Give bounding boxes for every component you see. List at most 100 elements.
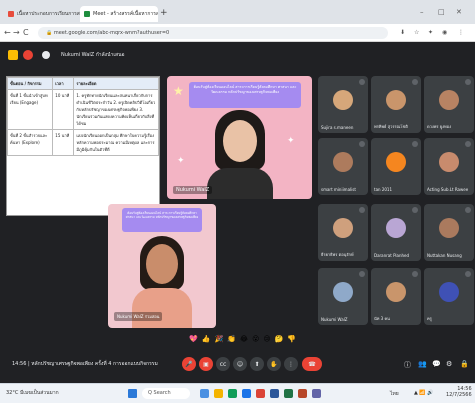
participant-tile[interactable]: Nukumi WalZ: [318, 268, 368, 325]
captions-button[interactable]: cc: [216, 357, 230, 371]
participant-tile[interactable]: Daranrat Pianhed: [371, 204, 421, 261]
avatar: [333, 218, 353, 238]
participant-tile[interactable]: Sujira s.maneen: [318, 76, 368, 133]
participant-tile[interactable]: smart miniimalist: [318, 138, 368, 195]
weather-widget[interactable]: 32°C มีเมฆเป็นส่วนมาก: [6, 389, 59, 397]
participant-name: Nuttakan Nusang: [427, 253, 462, 258]
participant-name: นัท 3 คน: [374, 316, 390, 321]
network-icon[interactable]: ▲ 📶 🔊: [414, 390, 433, 396]
store-icon[interactable]: [228, 389, 237, 398]
excel-icon[interactable]: [284, 389, 293, 398]
participant-tile[interactable]: ธีรยาธิพร ตอนุรักษ์: [318, 204, 368, 261]
participant-tile[interactable]: นัท 3 คน: [371, 268, 421, 325]
powerpoint-icon[interactable]: [298, 389, 307, 398]
table-cell-step: ขั้นที่ 1 ขั้นนำเข้าสู่บทเรียน (Engage): [7, 89, 54, 130]
mic-off-icon: [359, 207, 365, 213]
folder-icon[interactable]: [214, 389, 223, 398]
taskbar-search[interactable]: Q Search: [142, 388, 190, 399]
meet-presenting-bar: Nukumi WalZ กำลังนำเสนอ: [8, 48, 125, 62]
table-cell-detail: แบ่งนักเรียนออกเป็นกลุ่ม ศึกษาใบความรู้เ…: [73, 129, 159, 156]
new-tab-button[interactable]: +: [160, 8, 168, 18]
table-header-time: เวลา: [52, 77, 75, 90]
sparkle-icon: ✦: [177, 156, 185, 166]
avatar: [439, 218, 459, 238]
participant-name: Nukumi WalZ: [321, 317, 348, 322]
start-button[interactable]: [128, 389, 137, 398]
language-indicator[interactable]: ไทย: [390, 390, 399, 398]
close-window-button[interactable]: ✕: [456, 8, 462, 16]
activities-icon[interactable]: ⚙: [446, 360, 452, 368]
laugh-reaction-icon[interactable]: 😂: [240, 334, 248, 344]
url-input[interactable]: 🔒 meet.google.com/abc-mqrx-wnm?authuser=…: [38, 27, 388, 39]
host-controls-icon[interactable]: 🔒: [460, 360, 469, 368]
presenting-label: Nukumi WalZ กำลังนำเสนอ: [61, 52, 125, 58]
meeting-title: หลักปรัชญาเศรษฐกิจพอเพียง ครั้งที่ 4 การ…: [31, 361, 158, 367]
participant-tile[interactable]: พรทิพย์ สุวรรณโชติ: [371, 76, 421, 133]
avatar: [439, 282, 459, 302]
participant-tile[interactable]: tan 2011: [371, 138, 421, 195]
participant-tile[interactable]: ครู: [424, 268, 474, 325]
browser-tab-2[interactable]: Meet - สร้างสรรค์เนื้อหาการสอน ✕: [80, 6, 158, 22]
surprised-reaction-icon[interactable]: 😮: [252, 334, 259, 344]
presenter-avatar-icon: [42, 51, 50, 59]
reload-button[interactable]: C: [23, 28, 29, 37]
clap-reaction-icon[interactable]: 👏: [227, 334, 236, 344]
extension-icon[interactable]: ⬇: [400, 29, 405, 36]
table-cell-time: 10 นาที: [52, 89, 75, 130]
file-explorer-icon[interactable]: [200, 389, 209, 398]
browser-tab-1[interactable]: เนื้อหาประกอบการเรียนการสอน ✕: [4, 6, 80, 22]
menu-icon[interactable]: ⋮: [458, 29, 464, 36]
tab-label: เนื้อหาประกอบการเรียนการสอน: [17, 11, 80, 17]
participant-name: Daranrat Pianhed: [374, 253, 410, 258]
meet-favicon-icon: [84, 11, 90, 17]
sad-reaction-icon[interactable]: 😢: [263, 334, 270, 344]
bookmark-icon[interactable]: ☆: [414, 29, 419, 36]
table-header-detail: รายละเอียด: [73, 77, 159, 90]
forward-button[interactable]: →: [13, 28, 20, 37]
edge-icon[interactable]: [242, 389, 251, 398]
participant-name: ดวงพร ยูงทอง: [427, 124, 452, 129]
present-button[interactable]: ⬆: [250, 357, 264, 371]
participant-tile[interactable]: Nuttakan Nusang: [424, 204, 474, 261]
participant-tile[interactable]: ดวงพร ยูงทอง: [424, 76, 474, 133]
participant-name: ธีรยาธิพร ตอนุรักษ์: [321, 252, 354, 257]
camera-off-button[interactable]: ▣: [199, 357, 213, 371]
people-icon[interactable]: 👥: [418, 360, 427, 368]
thinking-reaction-icon[interactable]: 🤔: [275, 334, 284, 344]
mic-off-button[interactable]: 🎤: [182, 357, 196, 371]
thumbs-up-reaction-icon[interactable]: 👍: [202, 334, 211, 344]
participant-name: พรทิพย์ สุวรรณโชติ: [374, 124, 408, 129]
chrome-icon[interactable]: [256, 389, 265, 398]
second-presenter-tile[interactable]: ต้อนรับสู่ห้องเรียนออนไลน์ สาระการเรียนร…: [108, 204, 216, 328]
leave-call-button[interactable]: ☎: [302, 357, 322, 371]
thumbs-down-reaction-icon[interactable]: 👎: [287, 334, 296, 344]
meet-control-bar: 14:56 | หลักปรัชญาเศรษฐกิจพอเพียง ครั้งท…: [0, 348, 475, 383]
word-icon[interactable]: [270, 389, 279, 398]
main-presenter-tile[interactable]: ต้อนรับสู่ห้องเรียนออนไลน์ สาระการเรียนร…: [167, 76, 312, 199]
clock[interactable]: 14:56 12/7/2566: [446, 386, 472, 398]
more-options-button[interactable]: ⋮: [284, 357, 298, 371]
avatar: [439, 90, 459, 110]
lesson-plan-table: ขั้นตอน / กิจกรรม เวลา รายละเอียด ขั้นที…: [7, 77, 159, 156]
yellow-badge-icon: [8, 50, 18, 60]
participant-tile[interactable]: Acting Sub.Lt Rawee: [424, 138, 474, 195]
tab-favicon-icon: [8, 11, 14, 17]
teams-icon[interactable]: [312, 389, 321, 398]
url-text: meet.google.com/abc-mqrx-wnm?authuser=0: [53, 30, 170, 36]
chat-icon[interactable]: 💬: [432, 360, 441, 368]
participant-name: smart miniimalist: [321, 187, 356, 192]
puzzle-icon[interactable]: ✦: [428, 29, 433, 36]
raise-hand-button[interactable]: ✋: [267, 357, 281, 371]
profile-icon[interactable]: ◉: [442, 29, 447, 36]
presenter-body: [207, 168, 273, 199]
emoji-button[interactable]: ☺: [233, 357, 247, 371]
heart-reaction-icon[interactable]: 💖: [189, 334, 198, 344]
party-reaction-icon[interactable]: 🎉: [214, 334, 223, 344]
shared-slide: ขั้นตอน / กิจกรรม เวลา รายละเอียด ขั้นที…: [6, 76, 160, 216]
maximize-button[interactable]: □: [438, 8, 445, 16]
meeting-time-and-title: 14:56 | หลักปรัชญาเศรษฐกิจพอเพียง ครั้งท…: [12, 361, 158, 367]
info-icon[interactable]: ⓘ: [404, 360, 411, 370]
minimize-button[interactable]: –: [420, 8, 424, 16]
table-row: ขั้นที่ 1 ขั้นนำเข้าสู่บทเรียน (Engage) …: [7, 89, 159, 130]
back-button[interactable]: ←: [4, 28, 11, 37]
